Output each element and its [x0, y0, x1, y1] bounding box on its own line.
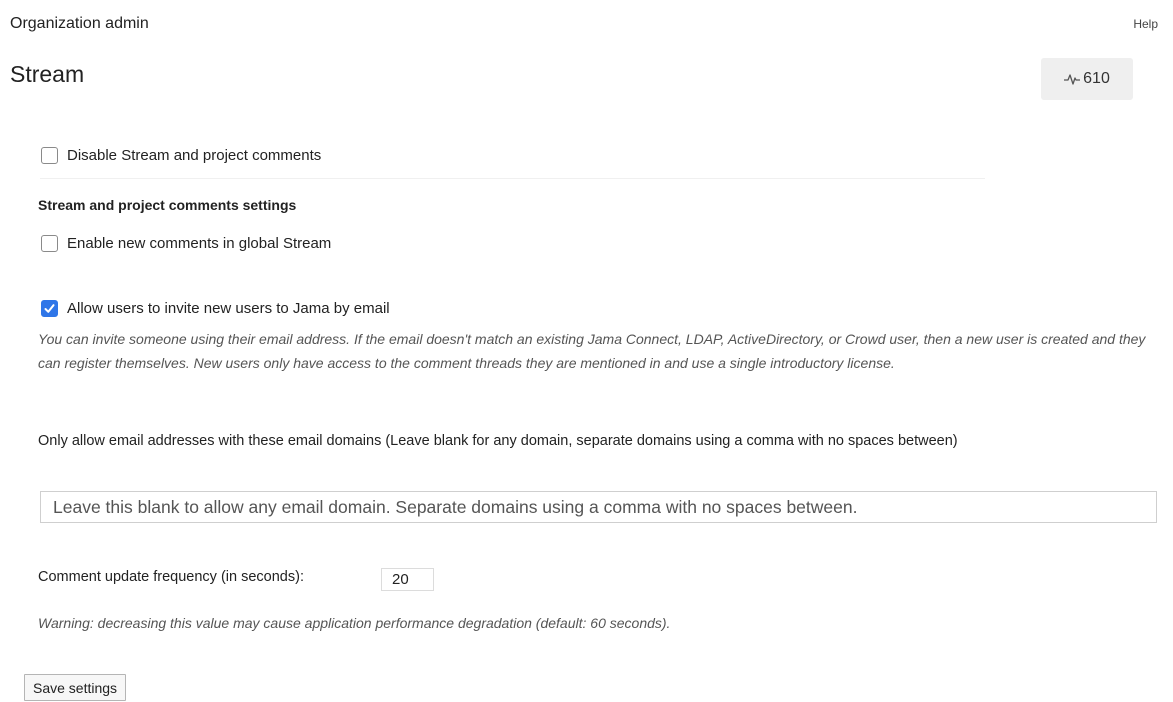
invite-help-text: You can invite someone using their email… [38, 331, 1146, 371]
activity-count-badge[interactable]: 610 [1041, 58, 1133, 100]
page-title: Stream [10, 61, 85, 87]
help-link[interactable]: Help [1133, 17, 1158, 31]
allow-invite-checkbox[interactable] [41, 300, 58, 317]
breadcrumb[interactable]: Organization admin [10, 15, 149, 33]
disable-stream-checkbox[interactable] [41, 147, 58, 164]
allow-invite-option[interactable]: Allow users to invite new users to Jama … [41, 300, 390, 317]
enable-global-comments-option[interactable]: Enable new comments in global Stream [41, 235, 331, 252]
checkmark-icon [44, 304, 55, 313]
frequency-warning: Warning: decreasing this value may cause… [38, 615, 671, 631]
disable-stream-label: Disable Stream and project comments [67, 147, 322, 164]
enable-global-comments-label: Enable new comments in global Stream [67, 235, 332, 252]
section-heading: Stream and project comments settings [38, 197, 297, 213]
allow-invite-label: Allow users to invite new users to Jama … [67, 300, 390, 317]
activity-pulse-icon [1064, 74, 1081, 85]
activity-count: 610 [1083, 70, 1110, 87]
update-frequency-input[interactable] [381, 568, 434, 591]
email-domains-input[interactable] [40, 491, 1157, 523]
email-domains-label: Only allow email addresses with these em… [38, 433, 958, 449]
save-settings-button[interactable]: Save settings [24, 674, 127, 701]
disable-stream-option[interactable]: Disable Stream and project comments [41, 147, 321, 164]
divider [40, 178, 985, 179]
update-frequency-label: Comment update frequency (in seconds): [38, 569, 304, 585]
enable-global-comments-checkbox[interactable] [41, 235, 58, 252]
